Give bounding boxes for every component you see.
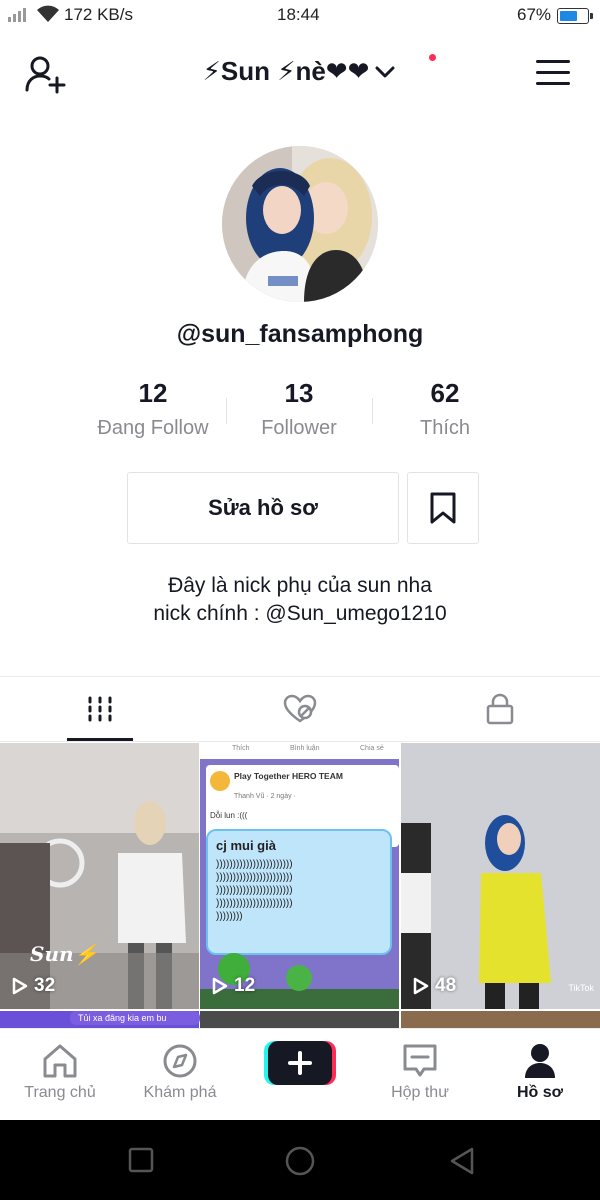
profile-bio: Đây là nick phụ của sun nha nick chính :… (0, 572, 600, 628)
tab-private[interactable] (400, 677, 600, 741)
bio-line: nick chính : @Sun_umego1210 (153, 602, 447, 625)
play-icon (212, 977, 228, 995)
nav-label: Hộp thư (391, 1084, 449, 1101)
back-icon[interactable] (448, 1146, 476, 1176)
bubble-title: cj mui già (216, 838, 276, 853)
fb-action-bar: Thích Bình luận Chia sẻ (200, 743, 399, 759)
stat-value: 62 (430, 378, 460, 408)
thumbnail-image: Sun⚡ (0, 743, 199, 1009)
nav-profile[interactable]: Hồ sơ (480, 1029, 600, 1121)
fb-page-name: Play Together HERO TEAM (234, 771, 343, 781)
stat-value: 12 (138, 378, 168, 408)
fb-comment: Bình luận (290, 745, 320, 752)
view-count-value: 48 (435, 975, 457, 996)
page-avatar (210, 771, 230, 791)
bookmark-icon (430, 492, 456, 524)
home-icon (43, 1044, 77, 1078)
stat-likes[interactable]: 62 Thích (370, 378, 520, 440)
signal-icon (8, 6, 26, 22)
inbox-icon (403, 1044, 437, 1077)
profile-icon (525, 1044, 555, 1078)
thumbnail-image (401, 743, 600, 1009)
stat-value: 13 (284, 378, 314, 408)
view-count: 32 (12, 975, 55, 997)
notification-dot (429, 54, 436, 61)
video-thumbnail[interactable] (401, 1011, 600, 1028)
video-thumbnail[interactable] (200, 1011, 399, 1028)
video-thumbnail[interactable]: Sun⚡ 32 (0, 743, 199, 1009)
wifi-icon (37, 5, 59, 22)
liked-hidden-icon (283, 694, 317, 723)
video-thumbnail[interactable]: Thích Bình luận Chia sẻ Play Together HE… (200, 743, 399, 1009)
menu-button[interactable] (536, 60, 570, 86)
avatar[interactable] (222, 146, 378, 302)
fb-caption: Dỗi lun :((( (210, 811, 248, 820)
nav-label: Hồ sơ (516, 1084, 564, 1101)
nav-label: Trang chủ (24, 1084, 96, 1101)
grid-icon (88, 696, 112, 722)
avatar-photo (222, 146, 378, 302)
profile-header: ⚡Sun ⚡nè❤❤ (0, 48, 600, 100)
play-icon (413, 977, 429, 995)
profile-handle: @sun_fansamphong (176, 320, 424, 348)
nav-inbox[interactable]: Hộp thư (360, 1029, 480, 1121)
account-switcher[interactable]: ⚡Sun ⚡nè❤❤ (0, 56, 600, 87)
view-count: 48 (413, 975, 456, 997)
bubble-line: ))))))))))))))))))))))) (216, 872, 293, 883)
view-count-value: 32 (34, 975, 56, 996)
compass-icon (163, 1044, 197, 1078)
clock: 18:44 (277, 5, 320, 24)
stat-followers[interactable]: 13 Follower (224, 378, 374, 440)
view-count: 12 (212, 975, 255, 997)
home-circle-icon[interactable] (284, 1145, 316, 1177)
stat-label: Follower (261, 417, 337, 439)
bubble-line: ))))))))))))))))))))))) (216, 898, 293, 909)
account-name: ⚡Sun ⚡nè❤❤ (202, 56, 370, 86)
stat-following[interactable]: 12 Đang Follow (78, 378, 228, 440)
nav-home[interactable]: Trang chủ (0, 1029, 120, 1121)
bubble-line: ))))))))))))))))))))))) (216, 859, 293, 870)
battery-icon (557, 8, 593, 24)
svg-text:Sun⚡: Sun⚡ (30, 942, 100, 966)
video-thumbnail[interactable]: TikTok 48 (401, 743, 600, 1009)
bubble-line: )))))))) (216, 911, 243, 922)
caption-strip: Tủi xa đâng kia em bu (70, 1011, 200, 1025)
content-tabs (0, 676, 600, 742)
fb-like: Thích (232, 745, 250, 752)
favorites-button[interactable] (407, 472, 479, 544)
recents-icon[interactable] (128, 1147, 154, 1173)
nav-discover[interactable]: Khám phá (120, 1029, 240, 1121)
chevron-down-icon (375, 66, 395, 78)
active-tab-indicator (67, 738, 133, 741)
lock-icon (486, 693, 514, 725)
tiktok-watermark: TikTok (568, 983, 594, 993)
bio-line: Đây là nick phụ của sun nha (168, 574, 432, 597)
plus-icon (264, 1041, 336, 1085)
stat-label: Đang Follow (97, 417, 209, 439)
network-speed: 172 KB/s (64, 5, 133, 24)
bottom-nav: Trang chủ Khám phá Hộp thư Hồ sơ (0, 1028, 600, 1120)
bubble-line: ))))))))))))))))))))))) (216, 885, 293, 896)
chat-bubble: cj mui già ))))))))))))))))))))))) )))))… (206, 829, 392, 955)
play-icon (12, 977, 28, 995)
system-nav-bar (0, 1120, 600, 1200)
edit-profile-button[interactable]: Sửa hồ sơ (127, 472, 399, 544)
battery-percent: 67% (517, 5, 552, 24)
create-button[interactable] (264, 1041, 336, 1085)
tab-liked[interactable] (200, 677, 400, 741)
game-sprite (286, 965, 312, 991)
fb-share: Chia sẻ (360, 745, 384, 752)
video-grid: Sun⚡ 32 Thích Bình luận Chia sẻ Play Tog… (0, 743, 600, 1028)
status-bar: 172 KB/s 18:44 67% (0, 0, 600, 32)
stat-label: Thích (419, 417, 471, 439)
fb-author: Thanh Vũ · 2 ngày · (234, 793, 296, 800)
nav-label: Khám phá (143, 1084, 217, 1101)
tab-videos[interactable] (0, 677, 200, 741)
view-count-value: 12 (234, 975, 256, 996)
